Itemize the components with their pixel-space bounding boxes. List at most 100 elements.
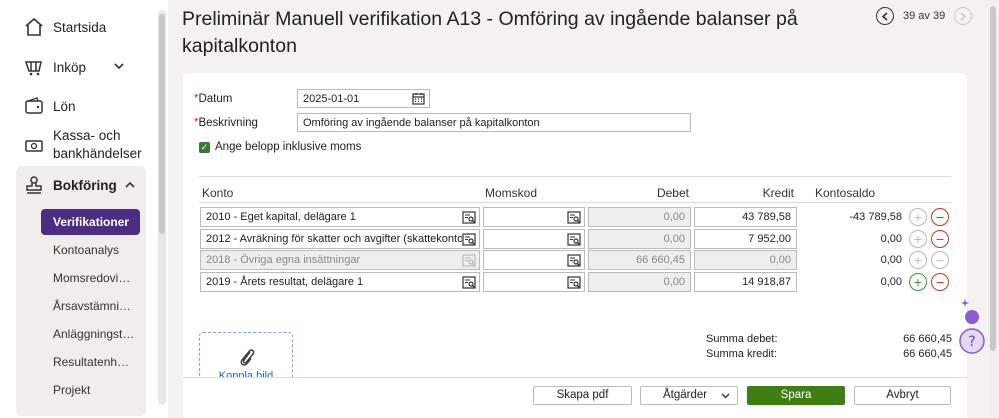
help-icon: ? bbox=[959, 299, 985, 354]
sidebar-sub-anlaggningstillgangar[interactable]: Anläggningst… bbox=[53, 327, 134, 341]
col-kredit: Kredit bbox=[762, 186, 794, 200]
sidebar-item-startsida[interactable]: Startsida bbox=[24, 17, 106, 37]
chevron-right-icon bbox=[960, 11, 967, 21]
datum-value: 2025-01-01 bbox=[303, 93, 360, 105]
saldo-value: 0,00 bbox=[880, 233, 902, 245]
konto-value: 2012 - Avräkning för skatter och avgifte… bbox=[206, 233, 467, 245]
chevron-left-icon bbox=[881, 11, 888, 21]
beskrivning-label: *Beskrivning bbox=[194, 117, 258, 129]
kredit-field[interactable]: 0,00 bbox=[694, 250, 797, 270]
add-row-icon[interactable]: + bbox=[909, 251, 927, 269]
wallet-icon bbox=[24, 96, 44, 116]
remove-row-icon[interactable]: − bbox=[931, 251, 949, 269]
lookup-icon[interactable] bbox=[462, 211, 476, 226]
konto-value: 2010 - Eget kapital, delägare 1 bbox=[206, 211, 356, 223]
add-row-icon[interactable]: + bbox=[909, 208, 927, 226]
konto-value: 2018 - Övriga egna insättningar bbox=[206, 254, 361, 266]
next-button[interactable] bbox=[954, 7, 973, 25]
lookup-icon[interactable] bbox=[567, 233, 581, 248]
kredit-field[interactable]: 7 952,00 bbox=[694, 229, 797, 249]
moms-checkbox[interactable]: ✓ bbox=[199, 142, 210, 153]
col-debet: Debet bbox=[656, 186, 689, 200]
table-row: 2012 - Avräkning för skatter och avgifte… bbox=[0, 229, 999, 250]
sidebar-item-label: Kassa- och bbox=[53, 128, 121, 143]
sidebar-sub-arsavstamning[interactable]: Årsavstämni… bbox=[53, 299, 131, 313]
divider bbox=[199, 202, 951, 203]
lookup-icon[interactable] bbox=[462, 276, 476, 291]
remove-row-icon[interactable]: − bbox=[931, 273, 949, 291]
debet-field[interactable]: 0,00 bbox=[588, 207, 691, 227]
momskod-field[interactable] bbox=[483, 250, 585, 270]
page-title: Preliminär Manuell verifikation A13 - Om… bbox=[182, 8, 798, 57]
chevron-down-icon bbox=[721, 388, 730, 405]
kredit-field[interactable]: 14 918,87 bbox=[694, 272, 797, 292]
datum-field[interactable]: 2025-01-01 bbox=[297, 89, 430, 108]
lookup-icon[interactable] bbox=[567, 211, 581, 226]
table-row: 2018 - Övriga egna insättningar 66 660,4… bbox=[0, 250, 999, 271]
prev-button[interactable] bbox=[876, 7, 894, 25]
sidebar-sub-projekt[interactable]: Projekt bbox=[53, 383, 90, 397]
calendar-icon[interactable] bbox=[412, 92, 425, 107]
sidebar-item-label: Lön bbox=[53, 98, 76, 114]
sidebar-sub-resultatenheter[interactable]: Resultatenh… bbox=[53, 355, 129, 369]
sidebar-item-label: Inköp bbox=[53, 59, 87, 75]
summa-debet-value: 66 660,45 bbox=[903, 333, 952, 345]
sidebar-item-label-2: bankhändelser bbox=[53, 146, 142, 161]
saldo-value: 0,00 bbox=[880, 276, 902, 288]
add-row-icon[interactable]: + bbox=[909, 273, 927, 291]
pager-text: 39 av 39 bbox=[903, 10, 946, 22]
saldo-value: -43 789,58 bbox=[849, 211, 902, 223]
divider bbox=[199, 176, 951, 177]
lookup-icon[interactable] bbox=[567, 276, 581, 291]
remove-row-icon[interactable]: − bbox=[931, 230, 949, 248]
saldo-value: 0,00 bbox=[880, 254, 902, 266]
konto-field[interactable]: 2019 - Årets resultat, delägare 1 bbox=[200, 272, 480, 292]
momskod-field[interactable] bbox=[483, 207, 585, 227]
create-pdf-button[interactable]: Skapa pdf bbox=[533, 386, 632, 405]
sidebar-item-label: Bokföring bbox=[53, 177, 117, 193]
table-row: 2010 - Eget kapital, delägare 1 0,00 43 … bbox=[0, 207, 999, 228]
konto-field[interactable]: 2018 - Övriga egna insättningar bbox=[200, 250, 480, 270]
chevron-down-icon bbox=[114, 61, 124, 73]
cancel-button[interactable]: Avbryt bbox=[854, 386, 951, 405]
momskod-field[interactable] bbox=[483, 229, 585, 249]
lookup-icon bbox=[462, 254, 476, 269]
momskod-field[interactable] bbox=[483, 272, 585, 292]
sidebar-item-label: Startsida bbox=[53, 19, 107, 35]
chevron-up-icon bbox=[125, 179, 135, 191]
summa-kredit-value: 66 660,45 bbox=[903, 348, 952, 360]
debet-field[interactable]: 0,00 bbox=[588, 229, 691, 249]
cart-icon bbox=[24, 57, 44, 77]
page-scrollbar[interactable] bbox=[989, 0, 997, 418]
datum-label: *Datum bbox=[194, 93, 233, 105]
sidebar-item-inkop[interactable]: Inköp bbox=[24, 57, 124, 77]
actions-dropdown[interactable]: Åtgärder bbox=[640, 386, 738, 405]
sidebar-item-kassa[interactable]: Kassa- och bankhändelser bbox=[24, 127, 142, 163]
col-kontosaldo: Kontosaldo bbox=[815, 186, 876, 200]
lookup-icon[interactable] bbox=[567, 254, 581, 269]
help-widget[interactable]: ? bbox=[959, 297, 989, 359]
konto-field[interactable]: 2012 - Avräkning för skatter och avgifte… bbox=[200, 229, 480, 249]
kredit-field[interactable]: 43 789,58 bbox=[694, 207, 797, 227]
add-row-icon[interactable]: + bbox=[909, 230, 927, 248]
paperclip-icon bbox=[238, 347, 256, 370]
lookup-icon[interactable] bbox=[462, 233, 476, 248]
home-icon bbox=[24, 17, 44, 37]
konto-field[interactable]: 2010 - Eget kapital, delägare 1 bbox=[200, 207, 480, 227]
debet-field[interactable]: 0,00 bbox=[588, 272, 691, 292]
svg-text:?: ? bbox=[968, 334, 975, 350]
save-button[interactable]: Spara bbox=[747, 386, 845, 405]
pager: 39 av 39 bbox=[876, 7, 973, 25]
remove-row-icon[interactable]: − bbox=[931, 208, 949, 226]
actions-label: Åtgärder bbox=[663, 389, 708, 401]
stamp-icon bbox=[24, 175, 44, 195]
sidebar-item-bokforing[interactable]: Bokföring bbox=[24, 175, 135, 195]
sidebar-scroll-thumb[interactable] bbox=[159, 14, 165, 234]
summa-debet-label: Summa debet: bbox=[706, 333, 778, 345]
beskrivning-field[interactable]: Omföring av ingående balanser på kapital… bbox=[297, 113, 691, 132]
table-row: 2019 - Årets resultat, delägare 1 0,00 1… bbox=[0, 272, 999, 293]
debet-field[interactable]: 66 660,45 bbox=[588, 250, 691, 270]
page-scroll-thumb[interactable] bbox=[990, 6, 996, 351]
sidebar-item-lon[interactable]: Lön bbox=[24, 96, 76, 116]
konto-value: 2019 - Årets resultat, delägare 1 bbox=[206, 276, 364, 288]
